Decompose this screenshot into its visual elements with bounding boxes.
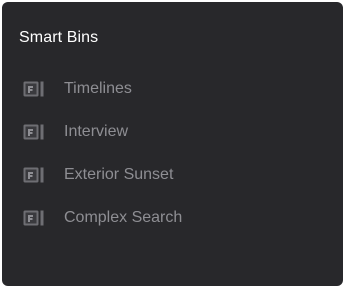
smart-bin-item-timelines[interactable]: Timelines — [2, 67, 343, 110]
smart-bin-label: Timelines — [64, 79, 132, 97]
smart-bin-label: Interview — [64, 122, 129, 140]
panel-header: Smart Bins — [2, 2, 343, 46]
smart-bin-item-exterior-sunset[interactable]: Exterior Sunset — [2, 153, 343, 196]
panel-title: Smart Bins — [19, 29, 99, 46]
smart-bin-label: Complex Search — [64, 208, 183, 226]
smart-bin-item-interview[interactable]: Interview — [2, 110, 343, 153]
smart-bin-icon — [23, 167, 44, 182]
smart-bin-label: Exterior Sunset — [64, 165, 174, 183]
smart-bins-panel: Smart Bins Timelines Interview Exterior … — [2, 2, 343, 286]
smart-bin-item-complex-search[interactable]: Complex Search — [2, 196, 343, 239]
smart-bin-icon — [23, 81, 44, 96]
smart-bin-icon — [23, 210, 44, 225]
smart-bin-icon — [23, 124, 44, 139]
